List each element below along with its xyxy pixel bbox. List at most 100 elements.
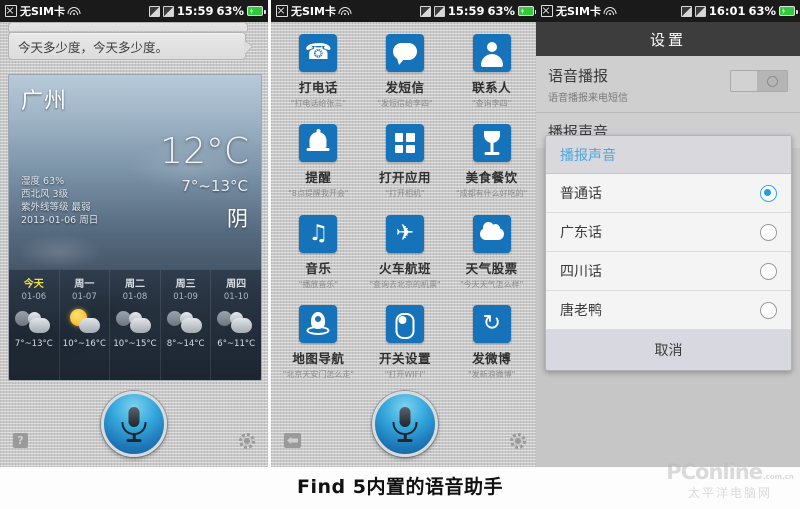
dialog-option-mandarin[interactable]: 普通话 (546, 174, 791, 213)
grid-item-label: 发短信 (385, 80, 425, 95)
forecast-temp-label: 8°~14°C (166, 339, 205, 349)
grid-item-food[interactable]: 美食餐饮 "成都有什么好吃的" (448, 118, 535, 208)
status-bar: 无SIM卡 15:59 63% (271, 0, 539, 22)
no-sim-icon (5, 5, 17, 17)
option-label: 四川话 (560, 264, 602, 280)
dialog-option-sichuanese[interactable]: 四川话 (546, 252, 791, 291)
grid-item-sms[interactable]: 发短信 "发短信给李四" (362, 28, 449, 118)
cloud-icon (472, 214, 511, 253)
image-icon (148, 5, 160, 17)
forecast-day-label: 周三 (175, 279, 196, 290)
clock-label: 16:01 (708, 4, 746, 18)
sim-label: 无SIM卡 (291, 5, 336, 18)
dialog-option-donald-duck[interactable]: 唐老鸭 (546, 291, 791, 330)
weather-city: 广州 (21, 89, 68, 114)
grid-item-label: 打电话 (298, 80, 338, 95)
cancel-button[interactable]: 取消 (546, 330, 791, 370)
forecast-date-label: 01-07 (72, 292, 97, 302)
grid-item-label: 开关设置 (378, 350, 431, 366)
grid-item-switches[interactable]: 开关设置 "打开WIFI" (362, 299, 449, 389)
no-sim-icon (541, 5, 553, 17)
forecast-day-label: 周一 (74, 279, 95, 290)
grid-item-label: 打开应用 (378, 170, 431, 186)
weather-date: 2013-01-06 周日 (21, 215, 99, 226)
forecast-day[interactable]: 周三 01-09 8°~14°C (161, 270, 212, 380)
apps-grid-icon (385, 124, 424, 163)
grid-item-maps[interactable]: 地图导航 "北京天安门怎么走" (275, 299, 362, 389)
help-icon[interactable]: ? (13, 433, 28, 448)
forecast-day[interactable]: 今天 01-06 7°~13°C (9, 270, 60, 380)
grid-item-phone[interactable]: ☎ 打电话 "打电话给张三" (275, 28, 362, 118)
phone-panel-app-grid: 无SIM卡 15:59 63% ☎ 打电话 "打电话给张三" 发短信 "发短信给 (271, 0, 539, 467)
partly-sunny-icon (64, 305, 104, 337)
broadcast-voice-dialog: 播报声音 普通话 广东话 四川话 唐老鸭 取消 (545, 135, 792, 371)
dialog-option-cantonese[interactable]: 广东话 (546, 213, 791, 252)
grid-item-example: "查询去北京的机票" (369, 279, 441, 289)
grid-item-weibo[interactable]: ↻ 发微博 "发新浪微博" (448, 299, 535, 389)
grid-item-contacts[interactable]: 联系人 "查询李四" (448, 28, 535, 118)
battery-icon (779, 6, 798, 16)
radio-button[interactable] (760, 262, 777, 280)
settings-body: 设置 语音播报 语音播报来电短信 播报声音 播报声音 普通话 广东话 四川话 唐… (536, 22, 800, 467)
signal-icon (433, 5, 445, 17)
back-arrow-icon[interactable] (284, 433, 301, 448)
radio-button[interactable] (760, 301, 777, 319)
forecast-day-label: 今天 (23, 279, 44, 290)
clock-label: 15:59 (176, 4, 214, 18)
grid-item-example: "成都有什么好吃的" (455, 189, 528, 199)
grid-item-label: 音乐 (305, 260, 332, 276)
forecast-day[interactable]: 周二 01-08 10°~15°C (110, 270, 161, 380)
screenshot-stage: 无SIM卡 15:59 63% 今天多少度，今天多少度。 广州 12°C 7°~ (0, 0, 800, 509)
grid-item-example: "8点提醒我开会" (288, 189, 349, 199)
music-icon: ♫ (299, 214, 338, 253)
user-speech-bubble[interactable]: 今天多少度，今天多少度。 (8, 32, 252, 60)
battery-percent-label: 63% (487, 4, 515, 18)
wifi-icon (67, 6, 81, 16)
voice-broadcast-toggle[interactable] (730, 70, 788, 92)
battery-icon (247, 6, 266, 16)
wifi-icon (338, 6, 352, 16)
setting-row-voice-broadcast[interactable]: 语音播报 语音播报来电短信 (536, 56, 800, 113)
weather-widget[interactable]: 广州 12°C 7°~13°C 阴 湿度 63% 西北风 3级 紫外线等级 最弱… (8, 74, 262, 381)
forecast-day[interactable]: 周四 01-10 6°~11°C (211, 270, 261, 380)
forecast-day[interactable]: 周一 01-07 10°~16°C (60, 270, 111, 380)
grid-item-weather-stocks[interactable]: 天气股票 "今天天气怎么样" (448, 209, 535, 299)
battery-icon (518, 6, 537, 16)
grid-item-example: "打开相机" (385, 189, 425, 199)
forecast-date-label: 01-08 (122, 292, 148, 302)
radio-button-selected[interactable] (760, 184, 777, 202)
grid-item-reminder[interactable]: 提醒 "8点提醒我开会" (275, 118, 362, 208)
forecast-temp-label: 10°~16°C (62, 339, 106, 349)
microphone-button[interactable] (372, 391, 438, 457)
no-sim-icon (276, 5, 288, 17)
image-icon (680, 5, 692, 17)
gear-icon[interactable] (239, 433, 255, 449)
panel1-toolbar: ? (0, 389, 268, 467)
grid-item-travel[interactable]: ✈ 火车航班 "查询去北京的机票" (362, 209, 449, 299)
previous-bubble-stub (8, 22, 248, 31)
watermark-chinese: 太平洋电脑网 (687, 485, 772, 500)
phone-icon: ☎ (299, 34, 338, 72)
grid-item-example: "播放音乐" (298, 279, 338, 289)
phone-panel-voice-assistant: 无SIM卡 15:59 63% 今天多少度，今天多少度。 广州 12°C 7°~ (0, 0, 268, 467)
gear-icon[interactable] (510, 433, 526, 449)
refresh-icon: ↻ (472, 304, 511, 343)
battery-percent-label: 63% (216, 4, 244, 18)
grid-item-example: "发短信给李四" (377, 99, 433, 108)
option-label: 广东话 (560, 225, 602, 241)
signal-icon (162, 5, 174, 17)
grid-item-music[interactable]: ♫ 音乐 "播放音乐" (275, 209, 362, 299)
grid-item-open-app[interactable]: 打开应用 "打开相机" (362, 118, 449, 208)
radio-button[interactable] (760, 223, 777, 241)
airplane-icon: ✈ (385, 214, 424, 253)
clock-label: 15:59 (447, 4, 485, 18)
sim-label: 无SIM卡 (20, 5, 65, 18)
watermark-brand: PConline .com.cn (666, 459, 794, 484)
speech-bubble-text: 今天多少度，今天多少度。 (18, 39, 169, 55)
microphone-button[interactable] (101, 391, 167, 457)
battery-percent-label: 63% (748, 4, 776, 18)
forecast-day-label: 周二 (124, 279, 145, 290)
weather-temp-range: 7°~13°C (181, 177, 248, 195)
cloudy-icon (216, 305, 256, 337)
grid-item-label: 火车航班 (378, 260, 431, 276)
